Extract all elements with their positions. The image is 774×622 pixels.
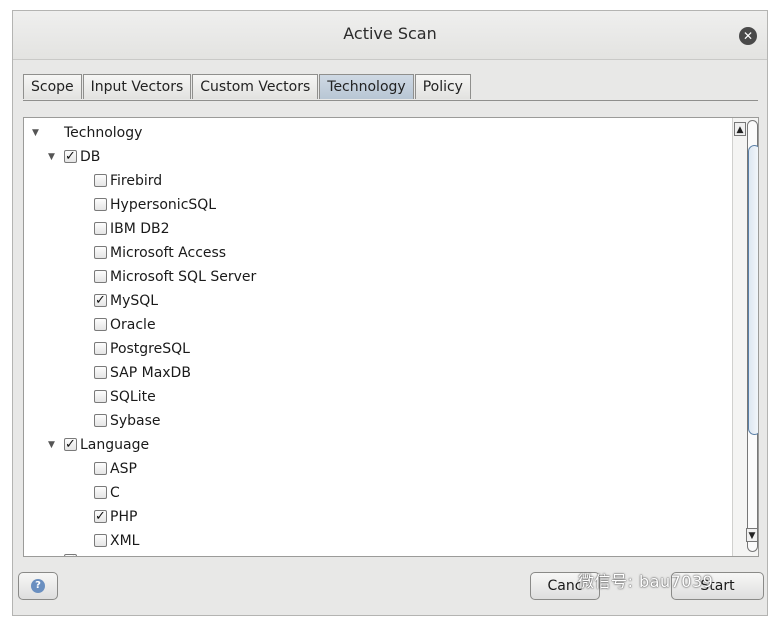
- dialog-title: Active Scan: [343, 24, 437, 43]
- scroll-thumb[interactable]: [748, 145, 758, 435]
- checkbox[interactable]: [94, 534, 107, 547]
- tree-item-partial[interactable]: [64, 550, 84, 556]
- tree-item-label: MySQL: [110, 293, 159, 309]
- tree-item-mysql[interactable]: MySQL: [94, 290, 394, 312]
- triangle-down-icon[interactable]: ▼: [32, 122, 42, 144]
- tree-item-microsoft-access[interactable]: Microsoft Access: [94, 242, 394, 264]
- tree-node-label: Technology: [64, 125, 143, 141]
- triangle-down-icon[interactable]: ▼: [48, 146, 58, 168]
- tree-node-language[interactable]: ▼ Language: [48, 434, 248, 456]
- tab-custom-vectors[interactable]: Custom Vectors: [192, 74, 319, 99]
- checkbox[interactable]: [94, 390, 107, 403]
- tree-item-label: PHP: [110, 509, 138, 525]
- checkbox-language[interactable]: [64, 434, 77, 456]
- tree-item-sap-maxdb[interactable]: SAP MaxDB: [94, 362, 394, 384]
- tab-bar: Scope Input Vectors Custom Vectors Techn…: [23, 74, 472, 100]
- scroll-down-arrow-icon[interactable]: ▼: [746, 528, 758, 542]
- tab-divider: [23, 100, 758, 101]
- tree-item-label: IBM DB2: [110, 221, 170, 237]
- tree-node-label: Language: [80, 437, 150, 453]
- tree-item-c[interactable]: C: [94, 482, 394, 504]
- checkbox[interactable]: [94, 342, 107, 355]
- close-icon[interactable]: ✕: [739, 27, 757, 45]
- tree-item-postgresql[interactable]: PostgreSQL: [94, 338, 394, 360]
- tab-policy[interactable]: Policy: [414, 74, 471, 99]
- tree-item-label: SAP MaxDB: [110, 365, 191, 381]
- checkbox[interactable]: [94, 290, 107, 312]
- checkbox[interactable]: [94, 506, 107, 528]
- tree-item-sqlite[interactable]: SQLite: [94, 386, 394, 408]
- scroll-up-arrow-icon[interactable]: ▲: [734, 122, 746, 136]
- active-scan-dialog: Active Scan ✕ Scope Input Vectors Custom…: [12, 10, 768, 616]
- tree-node-db[interactable]: ▼ DB: [48, 146, 248, 168]
- tree-item-php[interactable]: PHP: [94, 506, 394, 528]
- tree-item-label: Oracle: [110, 317, 156, 333]
- tree-item-sybase[interactable]: Sybase: [94, 410, 394, 432]
- tree-item-label: PostgreSQL: [110, 341, 190, 357]
- question-icon: ?: [31, 579, 45, 593]
- checkbox[interactable]: [94, 414, 107, 427]
- triangle-down-icon[interactable]: ▼: [48, 434, 58, 456]
- tree-item-oracle[interactable]: Oracle: [94, 314, 394, 336]
- checkbox-db[interactable]: [64, 146, 77, 168]
- tree-item-hypersonicsql[interactable]: HypersonicSQL: [94, 194, 394, 216]
- help-button[interactable]: ?: [18, 572, 58, 600]
- checkbox[interactable]: [94, 174, 107, 187]
- checkbox[interactable]: [94, 486, 107, 499]
- tree-item-firebird[interactable]: Firebird: [94, 170, 394, 192]
- title-bar: Active Scan ✕: [13, 11, 767, 60]
- tree-item-ibm-db2[interactable]: IBM DB2: [94, 218, 394, 240]
- tree-item-label: XML: [110, 533, 140, 549]
- tab-scope[interactable]: Scope: [23, 74, 82, 99]
- tree-item-asp[interactable]: ASP: [94, 458, 394, 480]
- tree-item-xml[interactable]: XML: [94, 530, 394, 552]
- checkbox[interactable]: [94, 222, 107, 235]
- tree-node-label: DB: [80, 149, 101, 165]
- checkbox[interactable]: [64, 550, 77, 556]
- tree-item-label: Sybase: [110, 413, 161, 429]
- checkbox[interactable]: [94, 462, 107, 475]
- tree-item-label: HypersonicSQL: [110, 197, 217, 213]
- tree-item-label: ASP: [110, 461, 137, 477]
- tree-item-microsoft-sql-server[interactable]: Microsoft SQL Server: [94, 266, 394, 288]
- tree-item-label: Microsoft SQL Server: [110, 269, 257, 285]
- tree-item-label: Firebird: [110, 173, 163, 189]
- checkbox[interactable]: [94, 318, 107, 331]
- tree-item-label: C: [110, 485, 120, 501]
- checkbox[interactable]: [94, 270, 107, 283]
- tab-input-vectors[interactable]: Input Vectors: [82, 74, 192, 99]
- watermark-text: 微信号: bau7039: [578, 572, 714, 591]
- checkbox[interactable]: [94, 366, 107, 379]
- tab-technology[interactable]: Technology: [319, 74, 414, 99]
- vertical-scrollbar[interactable]: ▲ ▼: [732, 118, 758, 556]
- checkbox[interactable]: [94, 246, 107, 259]
- tree-item-label: Microsoft Access: [110, 245, 227, 261]
- tree-node-technology[interactable]: ▼ Technology: [32, 122, 232, 144]
- checkbox[interactable]: [94, 198, 107, 211]
- scroll-track[interactable]: [747, 120, 758, 552]
- tree-item-label: SQLite: [110, 389, 156, 405]
- technology-tree-panel: ▼ Technology ▼ DB Firebird HypersonicSQL…: [23, 117, 759, 557]
